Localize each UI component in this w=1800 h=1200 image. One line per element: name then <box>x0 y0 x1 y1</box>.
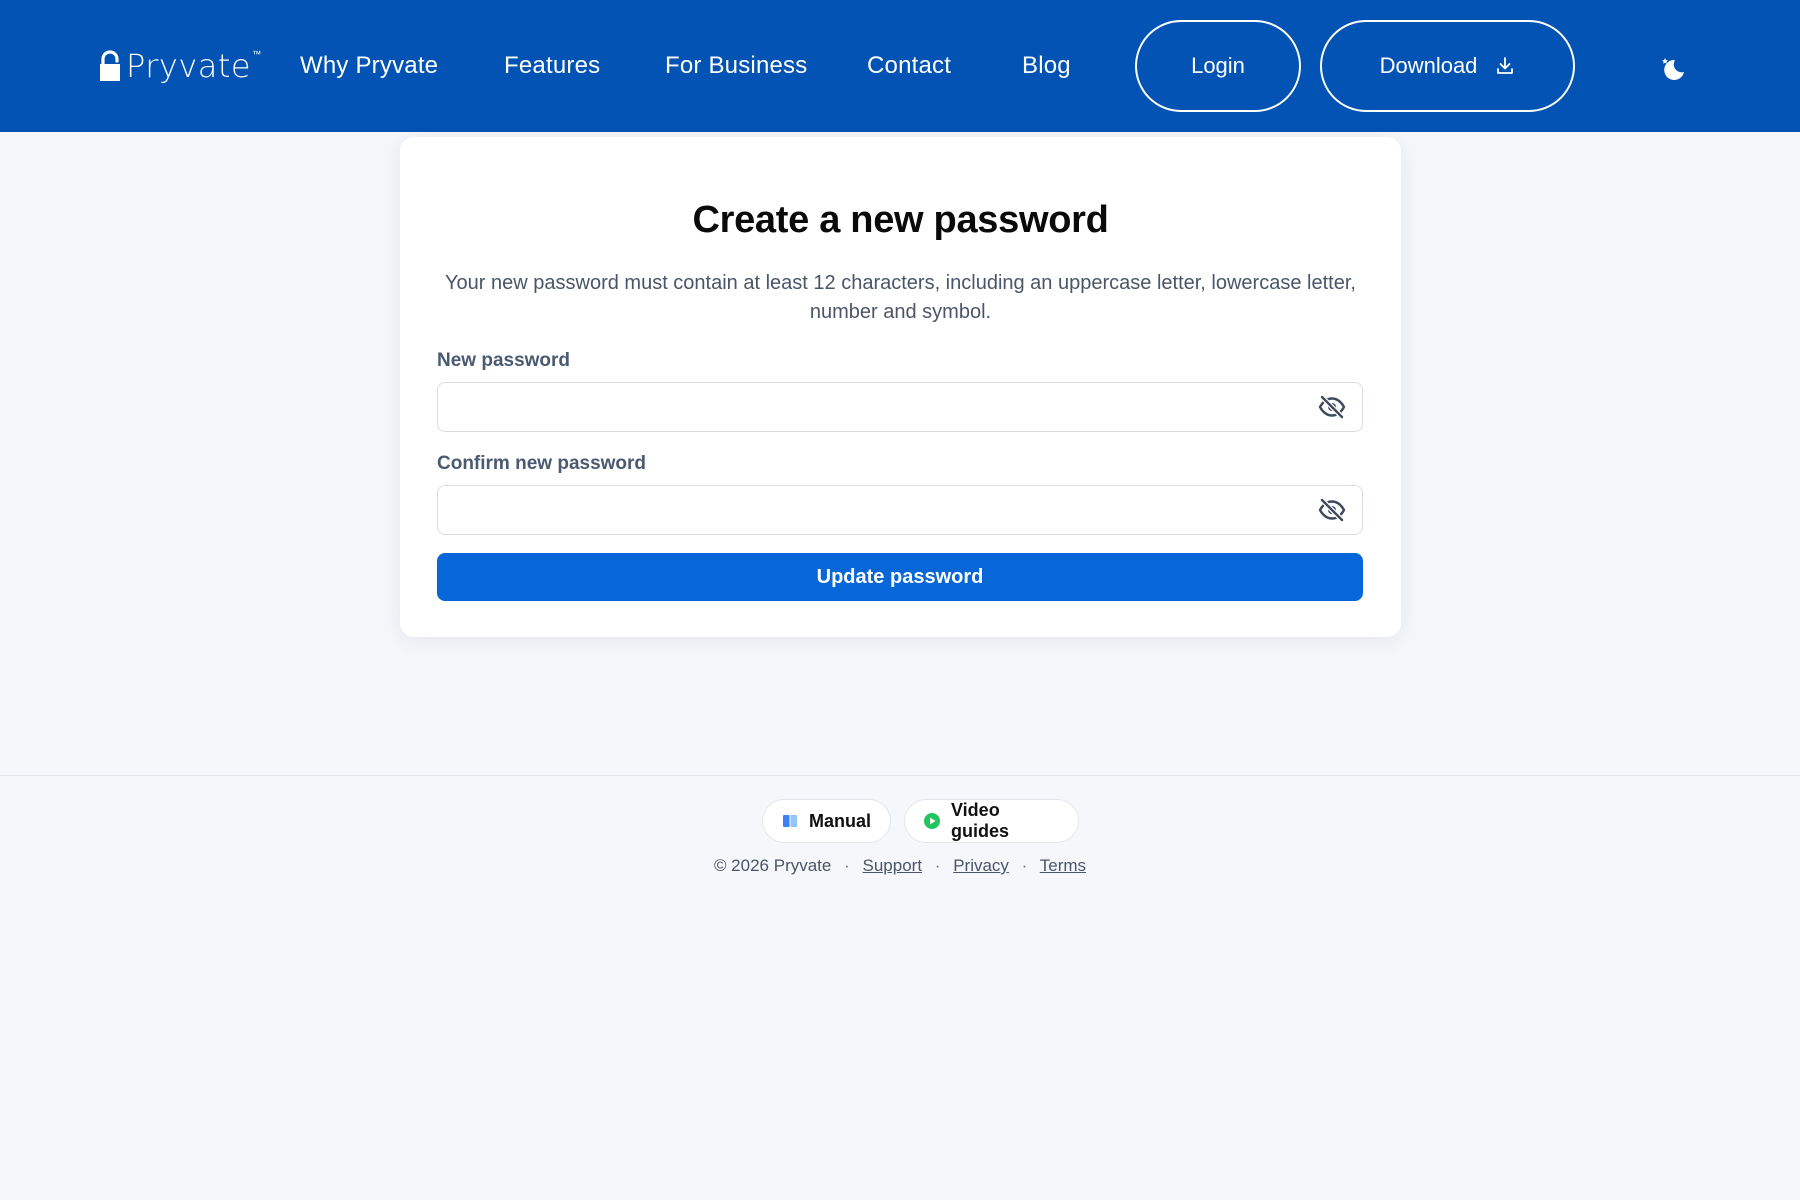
password-requirements: Your new password must contain at least … <box>445 272 1356 323</box>
site-header: Pryvate ™ Why Pryvate Features For Busin… <box>0 0 1800 132</box>
update-password-label: Update password <box>816 565 984 588</box>
play-icon <box>924 813 940 829</box>
separator: · <box>844 856 850 875</box>
separator: · <box>1021 856 1028 875</box>
book-icon <box>783 815 797 827</box>
page-title: Create a new password <box>692 199 1109 241</box>
footer-links: © 2026 Pryvate · Support · Privacy · Ter… <box>0 856 1800 876</box>
download-icon <box>1497 57 1514 74</box>
moon-stars-icon[interactable] <box>1659 55 1687 83</box>
update-password-button[interactable]: Update password <box>437 553 1363 601</box>
login-button-label: Login <box>1191 53 1245 78</box>
nav-for-business[interactable]: For Business <box>665 50 807 82</box>
brand-logo[interactable]: Pryvate ™ <box>98 46 261 86</box>
nav-why-pryvate[interactable]: Why Pryvate <box>300 50 438 82</box>
nav-blog[interactable]: Blog <box>1022 50 1071 82</box>
new-password-input[interactable] <box>438 383 1362 431</box>
nav-features[interactable]: Features <box>504 50 600 82</box>
confirm-password-input[interactable] <box>438 486 1362 534</box>
new-password-field-wrapper <box>437 382 1363 432</box>
eye-slash-icon[interactable] <box>1318 498 1346 522</box>
manual-label: Manual <box>809 810 872 831</box>
reset-password-card: Create a new password Your new password … <box>400 137 1401 637</box>
confirm-password-field-wrapper <box>437 485 1363 535</box>
download-button[interactable]: Download <box>1320 20 1575 112</box>
lock-icon <box>100 50 120 81</box>
copyright: © 2026 Pryvate <box>713 856 832 875</box>
eye-slash-icon[interactable] <box>1318 395 1346 419</box>
new-password-label: New password <box>437 350 571 371</box>
privacy-link[interactable]: Privacy <box>953 856 1009 875</box>
download-button-label: Download <box>1379 53 1478 78</box>
footer-divider <box>0 775 1800 776</box>
video-guides-link[interactable]: Video guides <box>904 799 1079 843</box>
video-guides-label: Video guides <box>951 800 1010 841</box>
separator: · <box>934 856 941 875</box>
brand-name: Pryvate <box>126 47 252 85</box>
manual-link[interactable]: Manual <box>762 799 891 843</box>
confirm-password-label: Confirm new password <box>437 453 647 474</box>
nav-contact[interactable]: Contact <box>867 50 951 82</box>
login-button[interactable]: Login <box>1135 20 1301 112</box>
terms-link[interactable]: Terms <box>1040 856 1086 875</box>
trademark-symbol: ™ <box>252 49 262 59</box>
support-link[interactable]: Support <box>863 856 923 875</box>
